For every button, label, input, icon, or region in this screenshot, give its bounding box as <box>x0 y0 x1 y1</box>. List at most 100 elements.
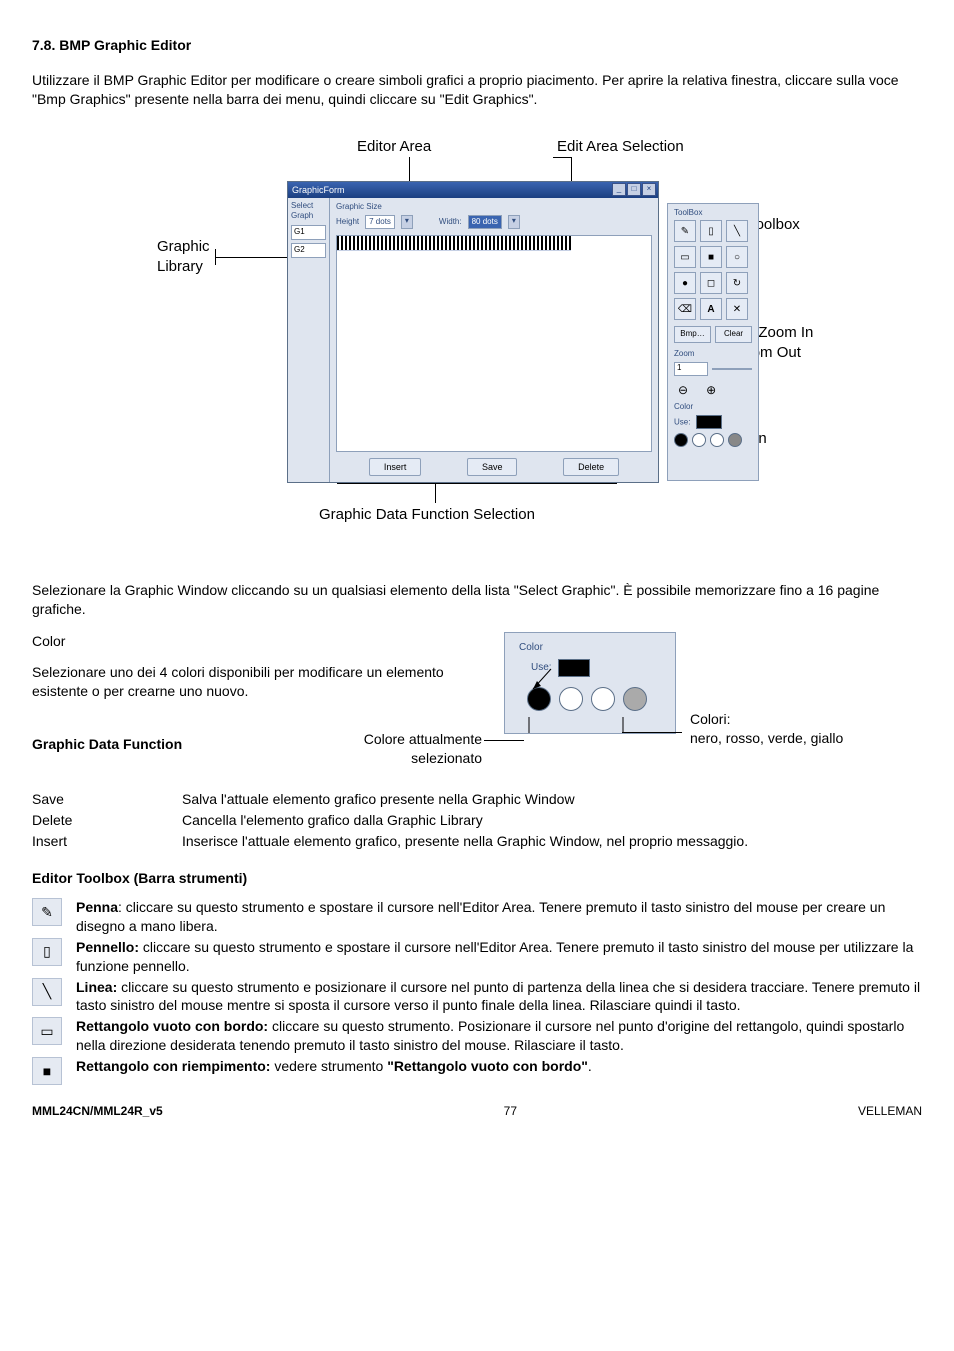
current-color-swatch <box>696 415 722 429</box>
color-dot[interactable] <box>728 433 742 447</box>
callout-line <box>215 249 216 265</box>
data-fn-row: Delete Cancella l'elemento grafico dalla… <box>32 811 922 830</box>
editor-area-canvas[interactable] <box>336 235 652 451</box>
footer-right: VELLEMAN <box>858 1103 922 1119</box>
tool-row: ▯ Pennello: cliccare su questo strumento … <box>32 938 922 976</box>
window-maximize-icon[interactable]: □ <box>627 183 641 196</box>
callout-line <box>553 157 571 158</box>
color-panel-use-label: Use: <box>531 661 552 675</box>
tool-erase-icon[interactable]: ⌫ <box>674 298 696 320</box>
graphic-library-panel: Select Graph G1 G2 <box>288 198 330 482</box>
tool-pen-icon[interactable]: ✎ <box>674 220 696 242</box>
data-fn-val: Inserisce l'attuale elemento grafico, pr… <box>182 832 748 851</box>
color-dot[interactable] <box>692 433 706 447</box>
tool-brush-icon[interactable]: ▯ <box>700 220 722 242</box>
height-field[interactable]: 7 dots <box>365 215 395 229</box>
callout-edit-area-selection: Edit Area Selection <box>557 137 684 157</box>
tool-circle-filled-icon[interactable]: ● <box>674 272 696 294</box>
intro-paragraph: Utilizzare il BMP Graphic Editor per mod… <box>32 71 922 109</box>
toolbox-description-list: ✎ Penna: cliccare su questo strumento e s… <box>32 898 922 1085</box>
width-field[interactable]: 80 dots <box>468 215 502 229</box>
tool-row: ✎ Penna: cliccare su questo strumento e s… <box>32 898 922 936</box>
delete-button[interactable]: Delete <box>563 458 619 476</box>
graphic-size-label: Graphic Size <box>336 202 382 213</box>
callout-line <box>337 483 617 484</box>
tool-row: ╲Linea: cliccare su questo strumento e p… <box>32 978 922 1016</box>
data-fn-key: Delete <box>32 811 182 830</box>
width-dropdown-icon[interactable]: ▾ <box>508 215 520 229</box>
callout-graphic-data-fn: Graphic Data Function Selection <box>319 505 535 525</box>
callout-line <box>215 257 287 258</box>
tool-row: ▭Rettangolo vuoto con bordo: cliccare su… <box>32 1017 922 1055</box>
color-dot[interactable] <box>710 433 724 447</box>
tool-row: ■Rettangolo con riempimento: vedere stru… <box>32 1057 922 1085</box>
zoom-field[interactable]: 1 <box>674 362 708 376</box>
footer-left: MML24CN/MML24R_v5 <box>32 1103 163 1119</box>
data-fn-row: Insert Inserisce l'attuale elemento graf… <box>32 832 922 851</box>
zoom-label: Zoom <box>674 349 752 360</box>
height-label: Height <box>336 217 359 228</box>
color-body: Selezionare uno dei 4 colori disponibili… <box>32 663 452 701</box>
callout-line <box>622 732 682 733</box>
callout-line <box>409 157 410 181</box>
editor-toolbox-panel: ToolBox ✎ ▯ ╲ ▭ ■ ○ ● ◻ ↻ ⌫ A ✕ Bmp… Cle… <box>667 203 759 481</box>
tool-select-icon[interactable]: ◻ <box>700 272 722 294</box>
tool-description: Rettangolo vuoto con bordo: cliccare su … <box>76 1017 922 1055</box>
data-fn-key: Insert <box>32 832 182 851</box>
window-close-icon[interactable]: × <box>642 183 656 196</box>
graphic-library-item[interactable]: G2 <box>291 243 326 258</box>
callout-editor-area: Editor Area <box>357 137 431 157</box>
insert-button[interactable]: Insert <box>369 458 422 476</box>
brush-icon: ▯ <box>32 938 62 966</box>
save-button[interactable]: Save <box>467 458 518 476</box>
zoom-slider[interactable] <box>712 368 752 370</box>
tool-description: Penna: cliccare su questo strumento e sp… <box>76 898 922 936</box>
tool-rotate-icon[interactable]: ↻ <box>726 272 748 294</box>
section-heading: 7.8. BMP Graphic Editor <box>32 36 922 55</box>
tool-clear-point-icon[interactable]: ✕ <box>726 298 748 320</box>
window-minimize-icon[interactable]: _ <box>612 183 626 196</box>
label-colors-body: nero, rosso, verde, giallo <box>690 730 843 746</box>
clear-button[interactable]: Clear <box>715 326 752 343</box>
height-dropdown-icon[interactable]: ▾ <box>401 215 413 229</box>
color-dot-green[interactable] <box>591 687 615 711</box>
footer-center: 77 <box>504 1103 517 1119</box>
color-dot-yellow[interactable] <box>623 687 647 711</box>
tool-circle-outline-icon[interactable]: ○ <box>726 246 748 268</box>
callout-line <box>484 740 524 741</box>
color-dot-black[interactable] <box>527 687 551 711</box>
zoom-in-icon[interactable]: ⊕ <box>706 382 716 398</box>
color-dot-black[interactable] <box>674 433 688 447</box>
window-titlebar: GraphicForm _ □ × <box>288 182 658 198</box>
graphic-library-item[interactable]: G1 <box>291 225 326 240</box>
tool-rect-filled-icon[interactable]: ■ <box>700 246 722 268</box>
pen-icon: ✎ <box>32 898 62 926</box>
toolbox-title: ToolBox <box>674 208 752 219</box>
color-label: Color <box>674 402 752 413</box>
tool-rect-outline-icon[interactable]: ▭ <box>674 246 696 268</box>
callout-line <box>435 483 436 503</box>
zoom-out-icon[interactable]: ⊖ <box>678 382 688 398</box>
graphic-size-row: Graphic Size <box>336 202 652 213</box>
toolbox-section-heading: Editor Toolbox (Barra strumenti) <box>32 869 922 888</box>
graphic-library-title: Select Graph <box>291 201 326 223</box>
color-dot-red[interactable] <box>559 687 583 711</box>
window-title: GraphicForm <box>292 182 345 198</box>
callout-graphic-library: Graphic Library <box>157 237 210 278</box>
page-footer: MML24CN/MML24R_v5 77 VELLEMAN <box>32 1103 922 1119</box>
color-title: Color <box>32 632 452 651</box>
label-current-color: Colore attualmente selezionato <box>332 730 482 768</box>
color-panel-figure: Color Use: <box>504 632 676 734</box>
editor-area-strip <box>337 236 571 251</box>
data-fn-row: Save Salva l'attuale elemento grafico pr… <box>32 790 922 809</box>
tool-description: Rettangolo con riempimento: vedere strum… <box>76 1057 922 1076</box>
tool-text-icon[interactable]: A <box>700 298 722 320</box>
after-diagram-paragraph: Selezionare la Graphic Window cliccando … <box>32 581 922 619</box>
editor-diagram: Editor Area Edit Area Selection Graphic … <box>157 137 797 537</box>
width-label: Width: <box>439 217 462 228</box>
tool-line-icon[interactable]: ╲ <box>726 220 748 242</box>
tool-description: Pennello: cliccare su questo strumento e… <box>76 938 922 976</box>
data-fn-key: Save <box>32 790 182 809</box>
bmp-button[interactable]: Bmp… <box>674 326 711 343</box>
tool-description: Linea: cliccare su questo strumento e po… <box>76 978 922 1016</box>
